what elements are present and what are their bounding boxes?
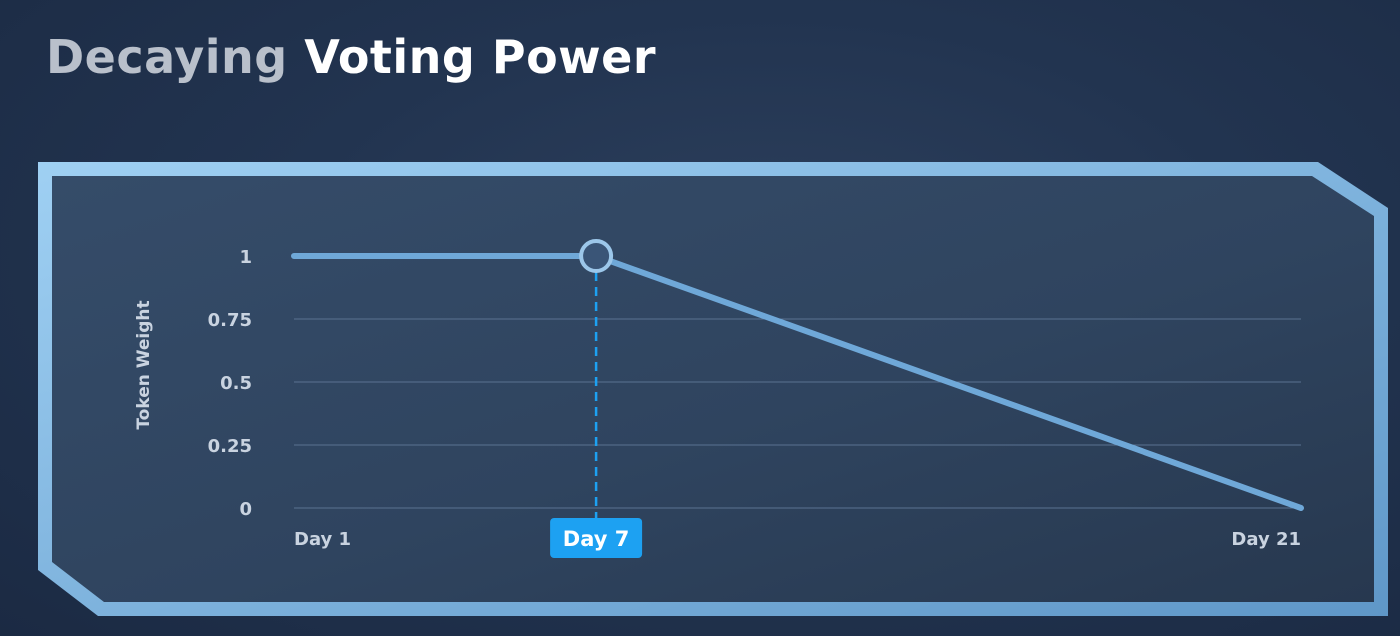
page: Decaying Voting Power Token Weight 1 0.75… — [0, 0, 1400, 636]
y-tick-label: 0.25 — [208, 436, 252, 457]
y-tick-label: 0.5 — [220, 373, 252, 394]
y-axis-title: Token Weight — [134, 300, 154, 429]
data-point-marker — [579, 239, 614, 273]
x-tick-label: Day 21 — [1231, 529, 1301, 550]
y-tick-label: 0 — [239, 499, 252, 520]
y-tick-label: 1 — [239, 247, 252, 268]
y-tick-label: 0.75 — [208, 310, 252, 331]
chart: Token Weight 1 0.75 0.5 0.25 0 Day 1 Day 7 Day… — [38, 162, 1388, 616]
data-markers — [579, 239, 614, 273]
x-tick-label: Day 1 — [294, 529, 351, 550]
x-tick-label-highlight: Day 7 — [563, 527, 630, 551]
